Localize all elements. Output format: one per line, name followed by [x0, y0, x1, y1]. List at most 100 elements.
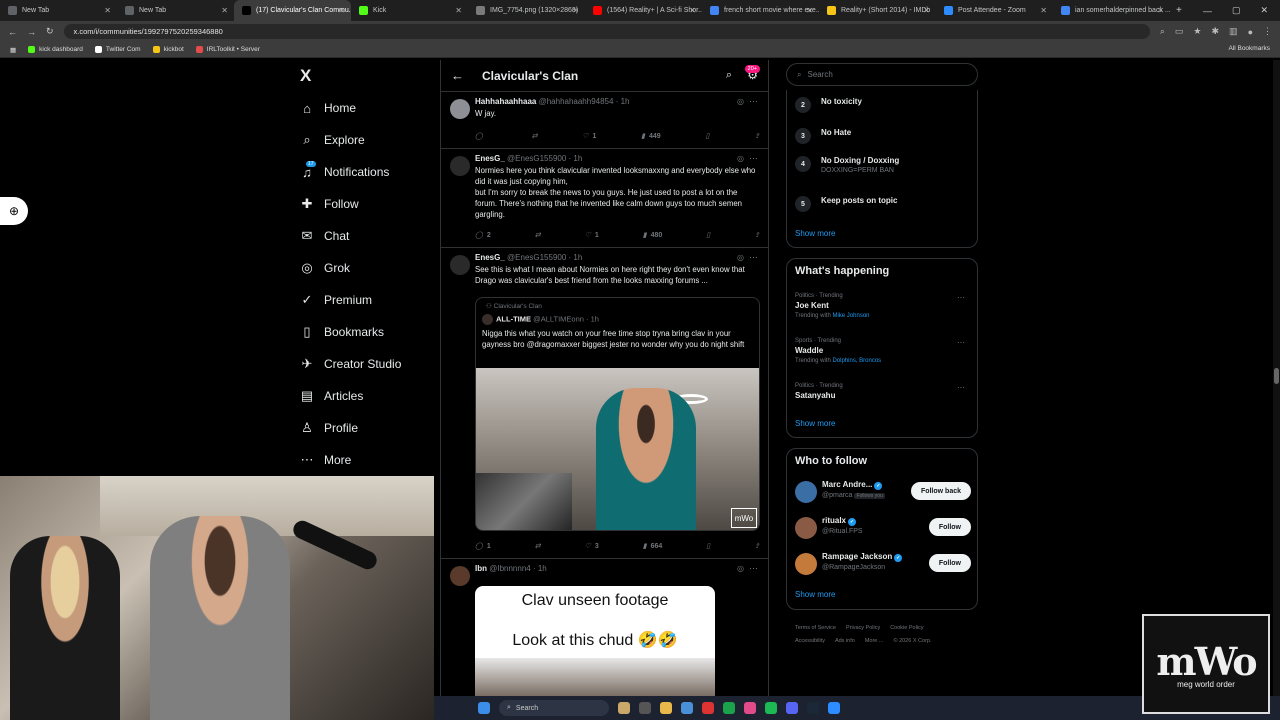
browser-tab[interactable]: New Tab ✕: [0, 0, 117, 21]
grok-icon[interactable]: ◎: [737, 154, 744, 163]
widgets-icon[interactable]: [618, 702, 630, 714]
avatar[interactable]: [482, 314, 493, 325]
app-icon[interactable]: [744, 702, 756, 714]
tab-close-icon[interactable]: ✕: [923, 6, 930, 15]
menu-kebab-icon[interactable]: ⋮: [1263, 26, 1272, 37]
trend-with-link[interactable]: Dolphins, Broncos: [832, 358, 881, 364]
author-name[interactable]: Hahhahaahhaaa: [475, 97, 536, 106]
repost-button[interactable]: ⇄: [535, 542, 541, 550]
search-icon[interactable]: ⌕: [726, 69, 732, 82]
app-icon[interactable]: [702, 702, 714, 714]
bookmark-item[interactable]: Twitter Com: [94, 46, 141, 53]
more-icon[interactable]: ⋯: [749, 563, 758, 574]
more-icon[interactable]: ⋯: [957, 293, 965, 302]
footer-link[interactable]: © 2026 X Corp.: [893, 638, 931, 644]
follow-suggestion[interactable]: Marc Andre... ✓ @pmarca Follows you Follow…: [795, 479, 971, 505]
repost-button[interactable]: ⇄: [532, 132, 538, 140]
extensions-icon[interactable]: ✱: [1212, 26, 1220, 37]
browser-tab[interactable]: Post Attendee - Zoom ✕: [936, 0, 1053, 21]
footer-link[interactable]: Terms of Service: [795, 625, 836, 631]
show-more-link[interactable]: Show more: [795, 419, 835, 428]
more-icon[interactable]: ⋯: [749, 153, 758, 164]
avatar[interactable]: [795, 481, 817, 503]
tab-close-icon[interactable]: ✕: [1040, 6, 1047, 15]
nav-item-home[interactable]: ⌂ Home: [300, 98, 356, 118]
nav-item-follow[interactable]: ✚ Follow: [300, 194, 359, 214]
share-button[interactable]: ⇪: [754, 132, 760, 140]
author-name[interactable]: EnesG_: [475, 154, 505, 163]
browser-tab[interactable]: IMG_7754.png (1320×2868) ✕: [468, 0, 585, 21]
bookmark-button[interactable]: ▯: [706, 542, 710, 550]
zoom-app-icon[interactable]: [828, 702, 840, 714]
nav-item-notifications[interactable]: ♫ 17 Notifications: [300, 161, 389, 182]
tab-close-icon[interactable]: ✕: [104, 6, 111, 15]
reload-icon[interactable]: ↻: [46, 26, 54, 37]
nav-item-explore[interactable]: ⌕ Explore: [300, 130, 364, 150]
author-handle[interactable]: @Ibnnnnn4 · 1h: [489, 564, 547, 573]
file-explorer-icon[interactable]: [660, 702, 672, 714]
bookmark-item[interactable]: kickbot: [152, 46, 184, 53]
post[interactable]: Hahhahaahhaaa @hahhahaahh94854 · 1h ◎ ⋯ …: [441, 93, 768, 149]
bookmark-item[interactable]: IRLToolkit • Server: [195, 46, 260, 53]
follow-back-button[interactable]: Follow back: [910, 482, 971, 500]
search-input[interactable]: ⌕ Search: [786, 63, 978, 86]
tab-close-icon[interactable]: ✕: [1157, 6, 1164, 15]
views-button[interactable]: ▮ 449: [641, 132, 661, 141]
tab-close-icon[interactable]: ✕: [689, 6, 696, 15]
browser-tab[interactable]: (17) Clavicular's Clan Commu... ✕: [234, 0, 351, 21]
apps-grid-icon[interactable]: ▦: [10, 46, 16, 54]
repost-button[interactable]: ⇄: [535, 231, 541, 239]
post[interactable]: Ibn @Ibnnnnn4 · 1h ◎ ⋯ Clav unseen foota…: [441, 560, 768, 696]
chrome-icon[interactable]: [681, 702, 693, 714]
footer-link[interactable]: Accessibility: [795, 638, 825, 644]
avatar[interactable]: [795, 517, 817, 539]
nav-item-grok[interactable]: ◎ Grok: [300, 258, 350, 278]
footer-link[interactable]: Privacy Policy: [846, 625, 880, 631]
nav-item-more[interactable]: ⋯ More: [300, 450, 352, 470]
more-icon[interactable]: ⋯: [957, 338, 965, 347]
nav-item-premium[interactable]: ✓ Premium: [300, 290, 372, 310]
follow-button[interactable]: Follow: [928, 554, 971, 572]
minimize-icon[interactable]: —: [1203, 6, 1212, 16]
author-handle[interactable]: @hahhahaahh94854 · 1h: [539, 97, 630, 106]
show-more-link[interactable]: Show more: [795, 229, 835, 238]
author-handle[interactable]: @EnesG155900 · 1h: [507, 154, 582, 163]
avatar[interactable]: [450, 566, 470, 586]
nav-item-chat[interactable]: ✉ Chat: [300, 226, 350, 246]
forward-arrow-icon[interactable]: →: [27, 27, 36, 37]
reply-button[interactable]: ◯ 2: [475, 231, 491, 240]
sidebar-icon[interactable]: ▥: [1229, 26, 1238, 37]
avatar[interactable]: [450, 99, 470, 119]
back-arrow-icon[interactable]: ←: [8, 27, 17, 37]
avatar[interactable]: [450, 156, 470, 176]
views-button[interactable]: ▮ 664: [643, 542, 663, 551]
trend-item[interactable]: Politics · Trending Joe Kent Trending wi…: [795, 293, 971, 319]
follow-suggestion[interactable]: ritualx ✓ @Ritual.FPS Follow: [795, 515, 971, 541]
like-button[interactable]: ♡ 1: [585, 231, 599, 240]
footer-link[interactable]: Ads info: [835, 638, 855, 644]
browser-tab[interactable]: ian somerhalderpinned back ... ✕: [1053, 0, 1170, 21]
task-view-icon[interactable]: [639, 702, 651, 714]
quoted-post[interactable]: ⚇ Clavicular's Clan ALL-TIME @ALLTIMEonn…: [475, 297, 760, 531]
bookmark-item[interactable]: kick dashboard: [28, 46, 83, 53]
author-name[interactable]: Ibn: [475, 564, 487, 573]
back-arrow-icon[interactable]: ←: [451, 68, 464, 83]
browser-tab[interactable]: Kick ✕: [351, 0, 468, 21]
avatar[interactable]: [450, 255, 470, 275]
bookmark-button[interactable]: ▯: [705, 132, 709, 140]
reply-button[interactable]: ◯: [475, 132, 487, 140]
browser-tab[interactable]: (1564) Reality+ | A Sci-fi Shor... ✕: [585, 0, 702, 21]
tab-close-icon[interactable]: ✕: [572, 6, 579, 15]
tab-close-icon[interactable]: ✕: [455, 6, 462, 15]
reply-button[interactable]: ◯ 1: [475, 542, 491, 551]
trend-with-link[interactable]: Mike Johnson: [832, 313, 869, 319]
grok-icon[interactable]: ◎: [737, 564, 744, 573]
zoom-icon[interactable]: ⌕: [1160, 26, 1165, 37]
post[interactable]: EnesG_ @EnesG155900 · 1h ◎ ⋯ See this is…: [441, 249, 768, 559]
taskbar-search[interactable]: ⌕ Search: [499, 700, 609, 716]
follow-suggestion[interactable]: Rampage Jackson ✓ @RampageJackson Follow: [795, 551, 971, 577]
like-button[interactable]: ♡ 1: [582, 132, 596, 141]
views-button[interactable]: ▮ 480: [643, 231, 663, 240]
scrollbar-thumb[interactable]: [1274, 368, 1279, 384]
author-name[interactable]: EnesG_: [475, 253, 505, 262]
